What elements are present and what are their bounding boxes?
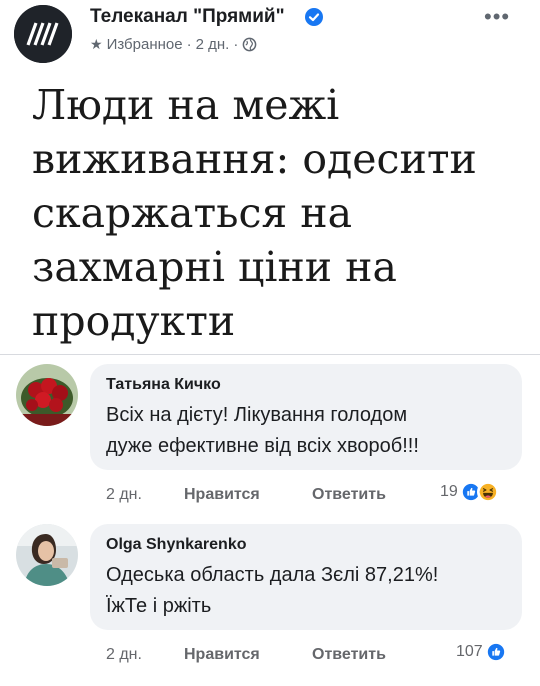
divider xyxy=(0,354,540,355)
meta-separator: · xyxy=(233,36,239,53)
star-icon: ★ xyxy=(90,36,103,52)
post-time[interactable]: 2 дн. xyxy=(196,36,230,53)
meta-separator: · xyxy=(186,36,192,53)
person-avatar-image xyxy=(16,524,78,586)
comment-text: Одеська область дала Зєлі 87,21%! ЇжТе і… xyxy=(106,560,438,622)
comment-text-line: дуже ефективне від всіх хвороб!!! xyxy=(106,435,419,457)
comment-bubble: Татьяна Кичко Всіх на дієту! Лікування г… xyxy=(90,364,522,470)
reply-button[interactable]: Ответить xyxy=(312,646,386,664)
comment-bubble: Olga Shynkarenko Одеська область дала Зє… xyxy=(90,524,522,630)
avatar[interactable] xyxy=(16,524,78,586)
page-avatar[interactable] xyxy=(14,5,72,63)
page-name[interactable]: Телеканал "Прямий" xyxy=(90,6,285,28)
post-headline: Люди на межі виживання: одесити скаржать… xyxy=(32,81,477,345)
post-meta: ★ Избранное · 2 дн. · xyxy=(90,36,257,53)
verified-check-icon xyxy=(305,8,323,26)
roses-avatar-image xyxy=(16,364,78,426)
like-button[interactable]: Нравится xyxy=(184,486,312,504)
comment-text-line: Всіх на дієту! Лікування голодом xyxy=(106,404,408,426)
more-horizontal-icon[interactable]: ••• xyxy=(484,4,510,30)
comment-text-line: ЇжТе і ржіть xyxy=(106,595,212,617)
favorites-label[interactable]: Избранное xyxy=(107,36,183,53)
striped-logo-icon xyxy=(14,5,72,63)
comment-time[interactable]: 2 дн. xyxy=(106,646,184,664)
laughing-face-icon xyxy=(476,481,499,503)
comment-actions: 2 дн. Нравится Ответить xyxy=(106,486,386,504)
reaction-summary[interactable]: 107 xyxy=(456,641,507,663)
comment-actions: 2 дн. Нравится Ответить xyxy=(106,646,386,664)
thumbs-up-icon xyxy=(484,641,507,663)
avatar[interactable] xyxy=(16,364,78,426)
comment-time[interactable]: 2 дн. xyxy=(106,486,184,504)
comment-text-line: Одеська область дала Зєлі 87,21%! xyxy=(106,564,439,586)
post-header: Телеканал "Прямий" ••• ★ Избранное · 2 д… xyxy=(0,0,540,64)
reply-button[interactable]: Ответить xyxy=(312,486,386,504)
comment-author[interactable]: Olga Shynkarenko xyxy=(106,536,247,554)
reaction-count: 19 xyxy=(440,483,458,500)
comment-author[interactable]: Татьяна Кичко xyxy=(106,376,221,394)
like-button[interactable]: Нравится xyxy=(184,646,312,664)
reaction-summary[interactable]: 19 xyxy=(440,481,499,503)
comment-text: Всіх на дієту! Лікування голодом дуже еф… xyxy=(106,400,419,462)
reaction-count: 107 xyxy=(456,643,483,660)
globe-icon xyxy=(242,37,257,52)
